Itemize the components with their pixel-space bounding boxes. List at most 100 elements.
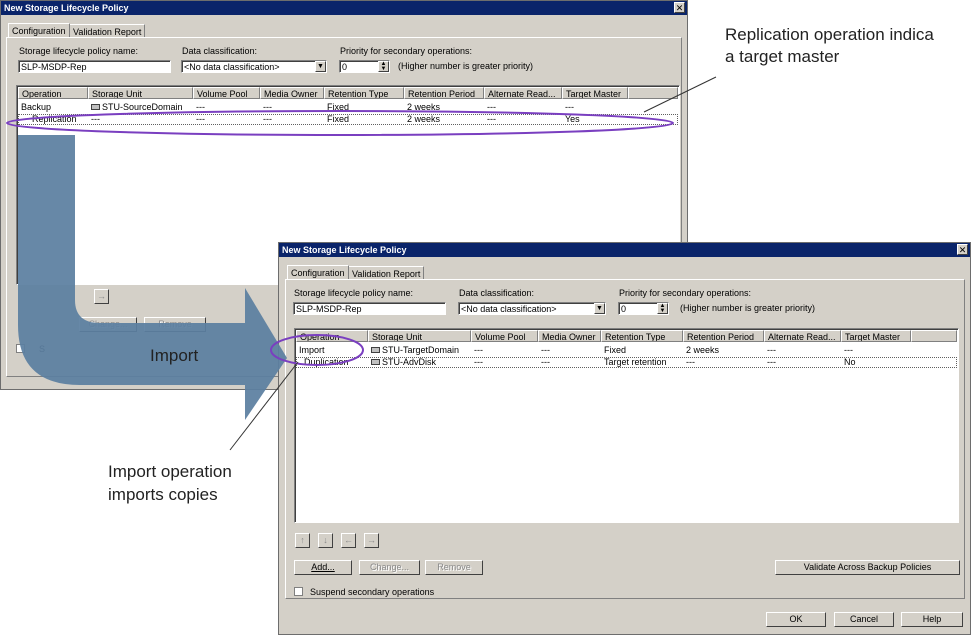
front-priority-hint: (Higher number is greater priority)	[680, 303, 816, 313]
annotation-import-line2: imports copies	[108, 485, 218, 504]
front-priority-label: Priority for secondary operations:	[619, 288, 752, 298]
row-media-owner: ---	[541, 345, 550, 355]
row-retention-period: ---	[686, 357, 695, 367]
back-priority-label: Priority for secondary operations:	[340, 46, 473, 56]
front-policy-name-field[interactable]: SLP-MSDP-Rep	[293, 302, 446, 315]
back-tab-configuration[interactable]: Configuration	[8, 23, 70, 37]
front-tab-configuration[interactable]: Configuration	[287, 265, 349, 279]
row-storage-unit: ---	[91, 114, 100, 124]
row-alternate-read: ---	[767, 345, 776, 355]
row-retention-type: Fixed	[604, 345, 627, 355]
back-col-retention-period[interactable]: Retention Period	[404, 87, 484, 99]
back-tab-validation-report[interactable]: Validation Report	[69, 24, 146, 38]
arrow-down-icon[interactable]: ↓	[318, 533, 333, 548]
front-col-storage-unit[interactable]: Storage Unit	[368, 330, 471, 342]
back-col-alternate-read[interactable]: Alternate Read...	[484, 87, 562, 99]
back-col-target-master[interactable]: Target Master	[562, 87, 628, 99]
annotation-replication-line1: Replication operation indica	[725, 25, 934, 44]
back-col-retention-type[interactable]: Retention Type	[324, 87, 404, 99]
dropdown-icon[interactable]: ▼	[594, 303, 605, 314]
front-col-alternate-read[interactable]: Alternate Read...	[764, 330, 841, 342]
disk-icon	[91, 103, 100, 110]
front-operations-list[interactable]: Operation Storage Unit Volume Pool Media…	[294, 328, 959, 523]
suspend-label: Suspend secondary operations	[310, 587, 435, 597]
row-alternate-read: ---	[767, 357, 776, 367]
row-operation: Backup	[21, 102, 52, 112]
front-tab-validation-report[interactable]: Validation Report	[348, 266, 425, 280]
back-suspend-label: S	[39, 344, 46, 354]
row-storage-unit: STU-TargetDomain	[368, 345, 471, 356]
front-col-volume-pool[interactable]: Volume Pool	[471, 330, 538, 342]
row-storage-unit-text: STU-SourceDomain	[102, 102, 183, 112]
front-dialog-titlebar: New Storage Lifecycle Policy ✕	[279, 243, 970, 257]
row-alternate-read: ---	[487, 114, 496, 124]
table-row[interactable]: Backup STU-SourceDomain --- --- Fixed 2 …	[18, 102, 678, 113]
back-col-operation[interactable]: Operation	[18, 87, 88, 99]
front-col-retention-period[interactable]: Retention Period	[683, 330, 764, 342]
disk-icon	[371, 346, 380, 353]
front-col-target-master[interactable]: Target Master	[841, 330, 911, 342]
row-retention-period: 2 weeks	[686, 345, 720, 355]
suspend-checkbox[interactable]	[294, 587, 303, 596]
validate-across-button[interactable]: Validate Across Backup Policies	[775, 560, 960, 575]
front-policy-name-label: Storage lifecycle policy name:	[294, 288, 414, 298]
row-operation: Duplication	[304, 357, 349, 367]
row-media-owner: ---	[263, 102, 272, 112]
back-suspend-checkbox[interactable]	[16, 344, 25, 353]
annotation-import-line1: Import operation	[108, 462, 232, 481]
row-volume-pool: ---	[474, 357, 483, 367]
spinner-icon[interactable]: ▲ ▼	[378, 61, 389, 72]
back-policy-name-label: Storage lifecycle policy name:	[19, 46, 139, 56]
row-target-master: Yes	[565, 114, 580, 124]
row-target-master: ---	[565, 102, 574, 112]
arrow-left-icon[interactable]: ←	[341, 533, 356, 548]
back-remove-button[interactable]: Remove	[144, 317, 206, 332]
row-retention-type: Fixed	[327, 102, 350, 112]
help-button[interactable]: Help	[901, 612, 963, 627]
ok-button[interactable]: OK	[766, 612, 826, 627]
row-volume-pool: ---	[196, 102, 205, 112]
row-retention-period: 2 weeks	[407, 102, 441, 112]
add-button[interactable]: Add...	[294, 560, 352, 575]
row-media-owner: ---	[263, 114, 272, 124]
close-icon[interactable]: ✕	[674, 2, 685, 13]
row-retention-type: Target retention	[604, 357, 667, 367]
front-col-operation[interactable]: Operation	[296, 330, 368, 342]
front-data-class-select[interactable]: <No data classification>	[458, 302, 606, 315]
row-storage-unit: STU-AdvDisk	[368, 357, 471, 368]
row-retention-type: Fixed	[327, 114, 350, 124]
close-icon[interactable]: ✕	[957, 244, 968, 255]
back-col-volume-pool[interactable]: Volume Pool	[193, 87, 260, 99]
row-media-owner: ---	[541, 357, 550, 367]
front-col-media-owner[interactable]: Media Owner	[538, 330, 601, 342]
back-change-button[interactable]: Change...	[79, 317, 137, 332]
row-storage-unit-text: STU-TargetDomain	[382, 345, 460, 355]
arrow-right-icon[interactable]: →	[364, 533, 379, 548]
row-volume-pool: ---	[474, 345, 483, 355]
row-storage-unit-text: STU-AdvDisk	[382, 357, 437, 367]
row-operation: Replication	[32, 114, 77, 124]
table-row[interactable]: Duplication STU-AdvDisk --- --- Target r…	[296, 357, 957, 368]
front-data-class-label: Data classification:	[459, 288, 535, 298]
table-row[interactable]: Replication --- --- --- Fixed 2 weeks --…	[18, 114, 678, 125]
front-col-filler	[911, 330, 957, 342]
back-col-media-owner[interactable]: Media Owner	[260, 87, 324, 99]
back-dialog-titlebar: New Storage Lifecycle Policy ✕	[1, 1, 687, 15]
disk-icon	[371, 358, 380, 365]
front-col-retention-type[interactable]: Retention Type	[601, 330, 683, 342]
cancel-button[interactable]: Cancel	[834, 612, 894, 627]
change-button[interactable]: Change...	[359, 560, 420, 575]
row-target-master: ---	[844, 345, 853, 355]
back-data-class-select[interactable]: <No data classification>	[181, 60, 327, 73]
back-policy-name-field[interactable]: SLP-MSDP-Rep	[18, 60, 171, 73]
back-col-storage-unit[interactable]: Storage Unit	[88, 87, 193, 99]
front-dialog-title: New Storage Lifecycle Policy	[282, 245, 407, 255]
arrow-up-icon[interactable]: ↑	[295, 533, 310, 548]
dropdown-icon[interactable]: ▼	[315, 61, 326, 72]
arrow-right-icon[interactable]: →	[94, 289, 109, 304]
spinner-icon[interactable]: ▲ ▼	[657, 303, 668, 314]
table-row[interactable]: Import STU-TargetDomain --- --- Fixed 2 …	[296, 345, 957, 356]
row-operation: Import	[299, 345, 325, 355]
remove-button[interactable]: Remove	[425, 560, 483, 575]
back-col-filler	[628, 87, 678, 99]
